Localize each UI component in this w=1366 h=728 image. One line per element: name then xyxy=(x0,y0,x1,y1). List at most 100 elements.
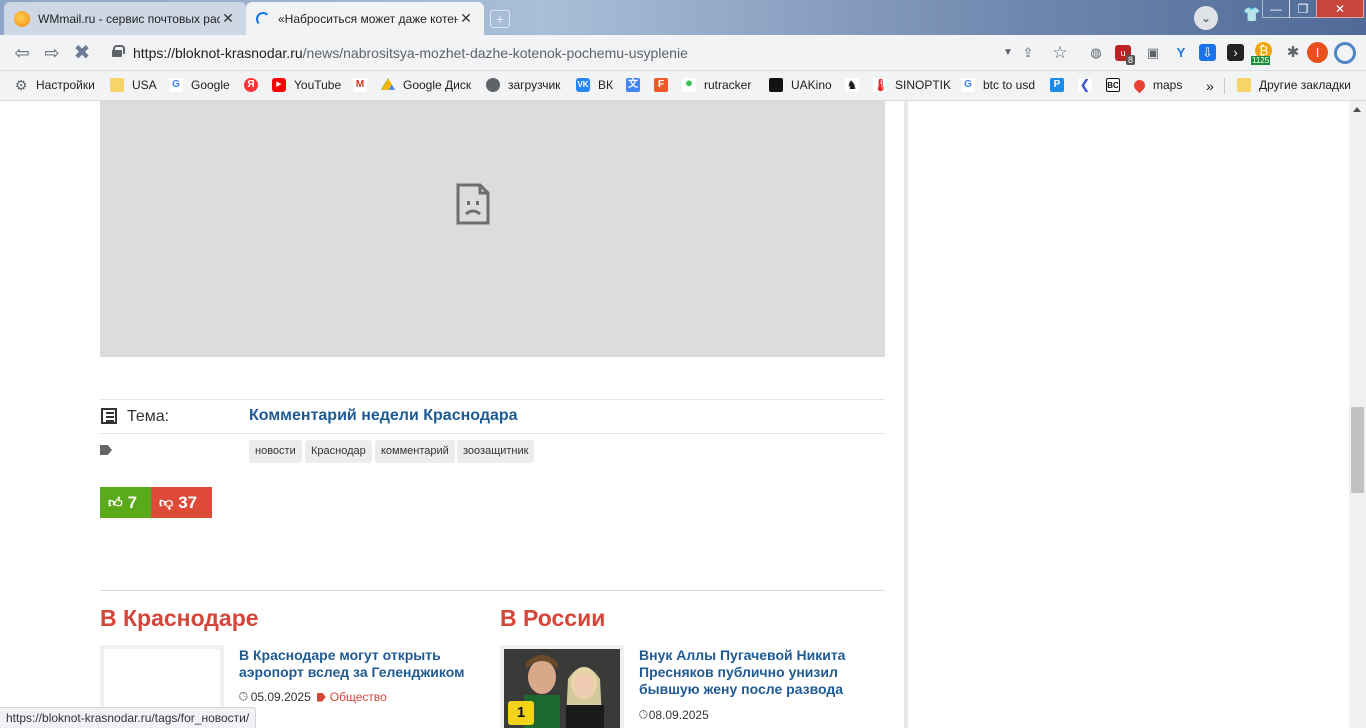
address-toolbar: ⇦ ⇨ ✖ https://bloknot-krasnodar.ru/news/… xyxy=(0,35,1366,71)
news-title-link[interactable]: В Краснодаре могут открыть аэропорт всле… xyxy=(239,647,479,681)
new-tab-button[interactable]: + xyxy=(490,10,510,28)
bookmark-btc-to-usd[interactable]: Gbtc to usd xyxy=(961,78,1035,92)
dislike-button[interactable]: 👎︎ 37 xyxy=(151,487,212,518)
section-title-krasnodar[interactable]: В Краснодаре xyxy=(100,605,259,632)
gmail-icon: M xyxy=(353,78,367,92)
thumbs-up-icon: 👍︎ xyxy=(108,494,123,510)
globe-extension-icon[interactable]: ◍ xyxy=(1086,43,1106,63)
bookmark-youtube[interactable]: ▶ YouTube xyxy=(272,78,341,92)
bookmark-other-folder[interactable]: Другие закладки xyxy=(1237,78,1351,92)
bookmark-rutracker[interactable]: ✸ rutracker xyxy=(682,78,751,92)
bookmark-arrow[interactable]: ❮ xyxy=(1078,78,1100,92)
stop-loading-icon[interactable]: ✖ xyxy=(70,42,94,64)
bookmark-f[interactable]: F xyxy=(654,78,676,92)
news-thumbnail[interactable]: 1 xyxy=(500,645,624,728)
link-status-bar: https://bloknot-krasnodar.ru/tags/for_но… xyxy=(0,707,257,728)
bookmark-chess[interactable]: ♞ xyxy=(845,78,867,92)
news-category-link[interactable]: Общество xyxy=(330,690,387,704)
article-tags-row: новости Краснодар комментарий зоозащитни… xyxy=(100,440,885,464)
like-button[interactable]: 👍︎ 7 xyxy=(100,487,151,518)
news-meta: 🕒︎ 08.09.2025 xyxy=(639,708,709,722)
share-icon[interactable]: ⇪ xyxy=(1018,43,1038,63)
close-window-button[interactable]: ✕ xyxy=(1316,0,1364,18)
terminal-extension-icon[interactable]: › xyxy=(1227,44,1244,61)
address-bar[interactable]: https://bloknot-krasnodar.ru/news/nabros… xyxy=(133,45,688,61)
download-extension-icon[interactable]: ⇩ xyxy=(1199,44,1216,61)
briefcase-extension-icon[interactable]: ▣ xyxy=(1143,43,1163,63)
google-icon: G xyxy=(169,78,183,92)
bookmark-sinoptik[interactable]: 🌡 SINOPTIK xyxy=(873,78,951,92)
topic-label: Тема: xyxy=(127,408,170,425)
article-topic-row: Тема: Комментарий недели Краснодара xyxy=(100,399,885,434)
tab-close-icon[interactable]: ✕ xyxy=(220,10,236,27)
chrome-menu-icon[interactable] xyxy=(1334,42,1356,64)
bookmark-downloader[interactable]: загрузчик xyxy=(486,78,560,92)
like-count: 7 xyxy=(127,492,138,512)
dropdown-arrow-icon[interactable]: ▼ xyxy=(998,43,1018,63)
drive-icon xyxy=(381,78,395,90)
topic-link[interactable]: Комментарий недели Краснодара xyxy=(249,407,518,425)
rutracker-icon: ✸ xyxy=(682,78,696,92)
tab-article[interactable]: «Наброситься может даже котенок»: почему… xyxy=(246,2,484,35)
sad-file-icon xyxy=(456,183,490,225)
background-tab-ghost xyxy=(530,8,590,28)
bookmark-maps[interactable]: maps xyxy=(1131,77,1182,93)
tag-link[interactable]: новости xyxy=(249,440,302,463)
chess-icon: ♞ xyxy=(845,78,859,92)
tab-search-button[interactable]: ⌄ xyxy=(1194,6,1218,30)
bookmark-bc[interactable]: BC xyxy=(1106,78,1128,92)
scrollbar-thumb[interactable] xyxy=(1351,407,1364,493)
bookmark-usa[interactable]: USA xyxy=(110,78,157,92)
bookmark-translate[interactable]: 文 xyxy=(626,78,648,92)
tab-title: «Наброситься может даже котенок»: почему… xyxy=(278,11,458,26)
bookmarks-bar: ⚙ Настройки USA G Google Я ▶ YouTube M Goog… xyxy=(0,71,1366,101)
back-arrow-icon[interactable]: ⇦ xyxy=(10,42,34,64)
vpn-extension-icon[interactable]: Y xyxy=(1171,43,1191,63)
tab-close-icon[interactable]: ✕ xyxy=(458,10,474,27)
minimize-button[interactable]: — xyxy=(1262,0,1290,18)
embedded-video-placeholder[interactable] xyxy=(100,101,885,357)
vk-icon: VK xyxy=(576,78,590,92)
price-badge: 1125 xyxy=(1251,56,1271,65)
clock-icon: 🕒︎ xyxy=(239,690,248,703)
list-icon xyxy=(101,408,117,424)
dislike-count: 37 xyxy=(178,492,198,512)
yandex-icon: Я xyxy=(244,78,258,92)
news-date: 05.09.2025 xyxy=(250,690,311,704)
bookmark-star-icon[interactable]: ☆ xyxy=(1050,43,1070,63)
bookmark-p[interactable]: P xyxy=(1050,78,1072,92)
section-title-russia[interactable]: В России xyxy=(500,605,605,632)
loading-spinner-icon xyxy=(256,11,270,26)
wmmail-favicon-icon xyxy=(14,10,30,27)
forward-arrow-icon[interactable]: ⇨ xyxy=(40,42,64,64)
maps-icon xyxy=(1131,77,1148,93)
thermometer-icon: 🌡 xyxy=(873,78,889,92)
bc-icon: BC xyxy=(1106,78,1120,92)
bookmark-gmail[interactable]: M xyxy=(353,78,375,92)
tab-wmmail[interactable]: WMmail.ru - сервис почтовых рассылок ✕ xyxy=(4,2,246,35)
profile-avatar[interactable]: I xyxy=(1307,42,1328,63)
news-title-link[interactable]: Внук Аллы Пугачевой Никита Пресняков пуб… xyxy=(639,647,879,698)
extension-badge: 8 xyxy=(1126,55,1136,65)
bookmark-google-drive[interactable]: Google Диск xyxy=(381,78,471,92)
tag-link[interactable]: зоозащитник xyxy=(457,440,535,463)
extensions-puzzle-icon[interactable]: ✱ xyxy=(1283,43,1303,63)
lock-icon[interactable] xyxy=(112,45,125,57)
translate-icon: 文 xyxy=(626,78,640,92)
bookmark-settings[interactable]: ⚙ Настройки xyxy=(14,78,95,92)
bookmark-vk[interactable]: VK ВК xyxy=(576,78,613,92)
scroll-up-arrow-icon[interactable] xyxy=(1353,107,1361,112)
bookmark-google[interactable]: G Google xyxy=(169,78,230,92)
bookmarks-overflow-button[interactable]: » xyxy=(1206,78,1214,94)
maximize-button[interactable]: ❐ xyxy=(1289,0,1317,18)
p-icon: P xyxy=(1050,78,1064,92)
section-divider xyxy=(100,590,885,591)
tag-link[interactable]: Краснодар xyxy=(305,440,372,463)
tag-link[interactable]: комментарий xyxy=(375,440,455,463)
bookmark-uakino[interactable]: UAKino xyxy=(769,78,832,92)
tag-icon xyxy=(100,445,112,455)
bookmark-yandex[interactable]: Я xyxy=(244,78,266,92)
globe-icon xyxy=(486,78,500,92)
arrow-icon: ❮ xyxy=(1078,77,1092,92)
tab-title: WMmail.ru - сервис почтовых рассылок xyxy=(38,11,220,26)
